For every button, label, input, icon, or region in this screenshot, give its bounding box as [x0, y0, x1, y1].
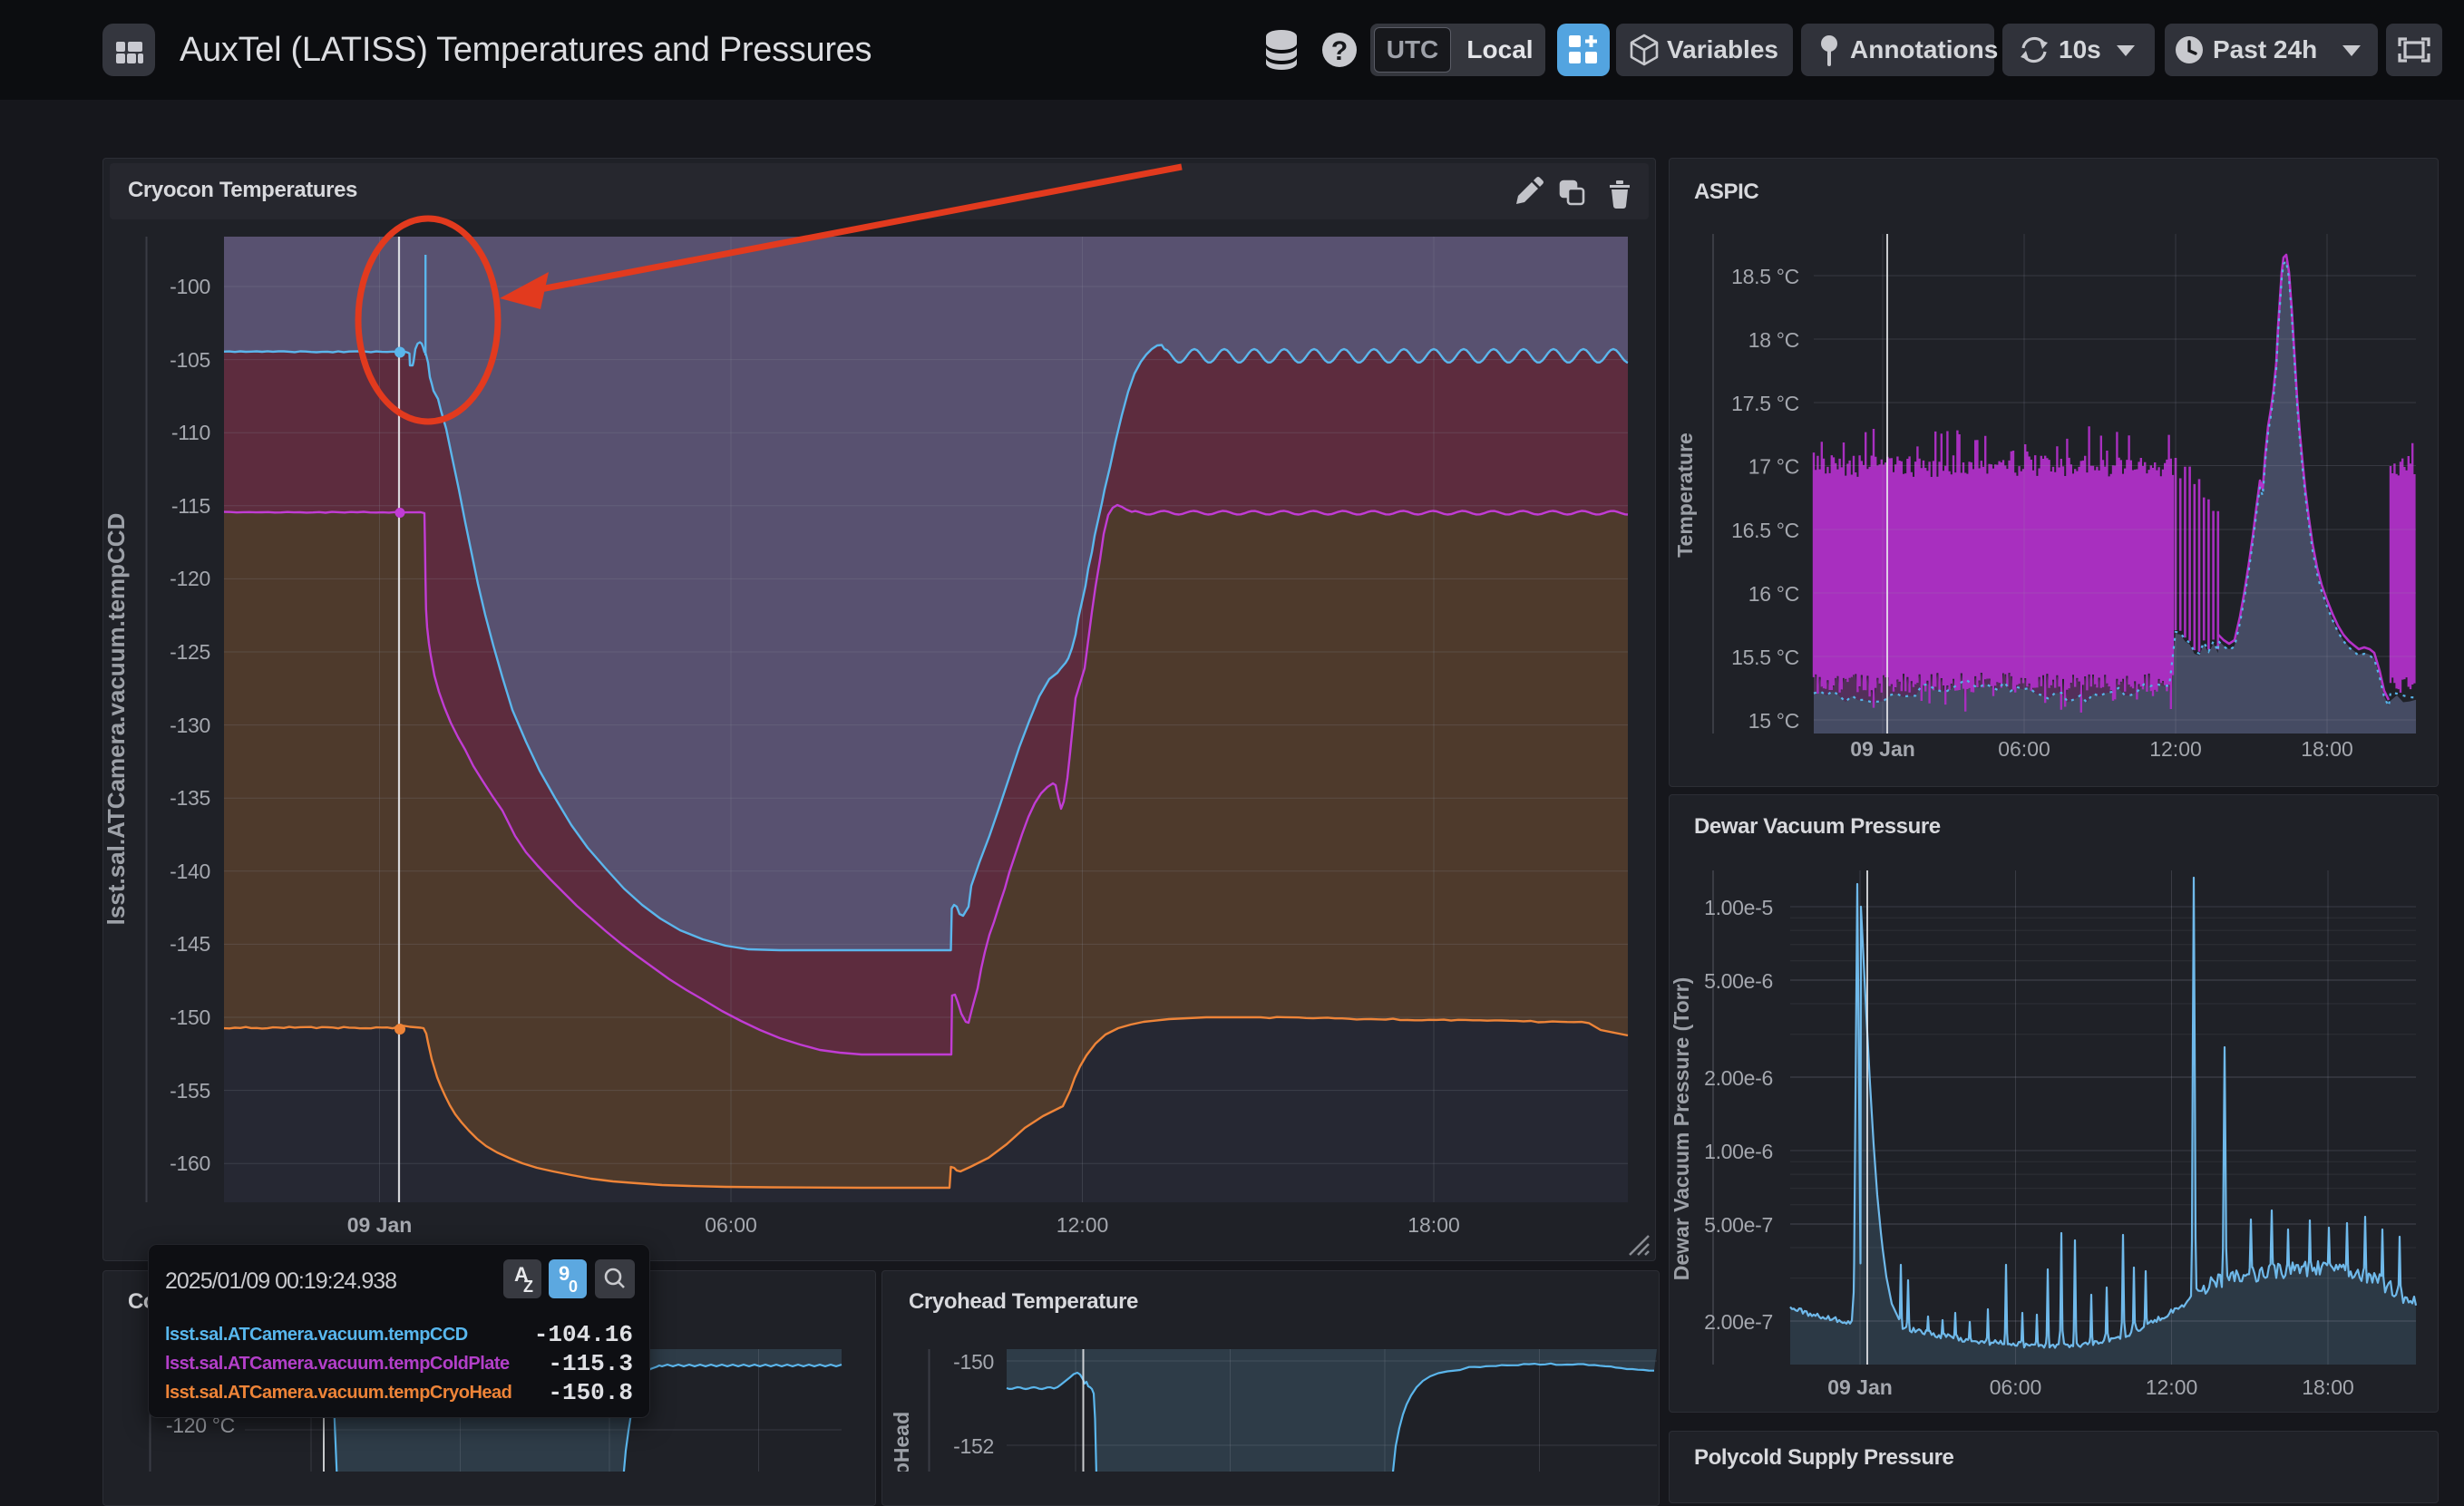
- svg-text:Z: Z: [523, 1278, 533, 1296]
- svg-text:0: 0: [569, 1278, 578, 1296]
